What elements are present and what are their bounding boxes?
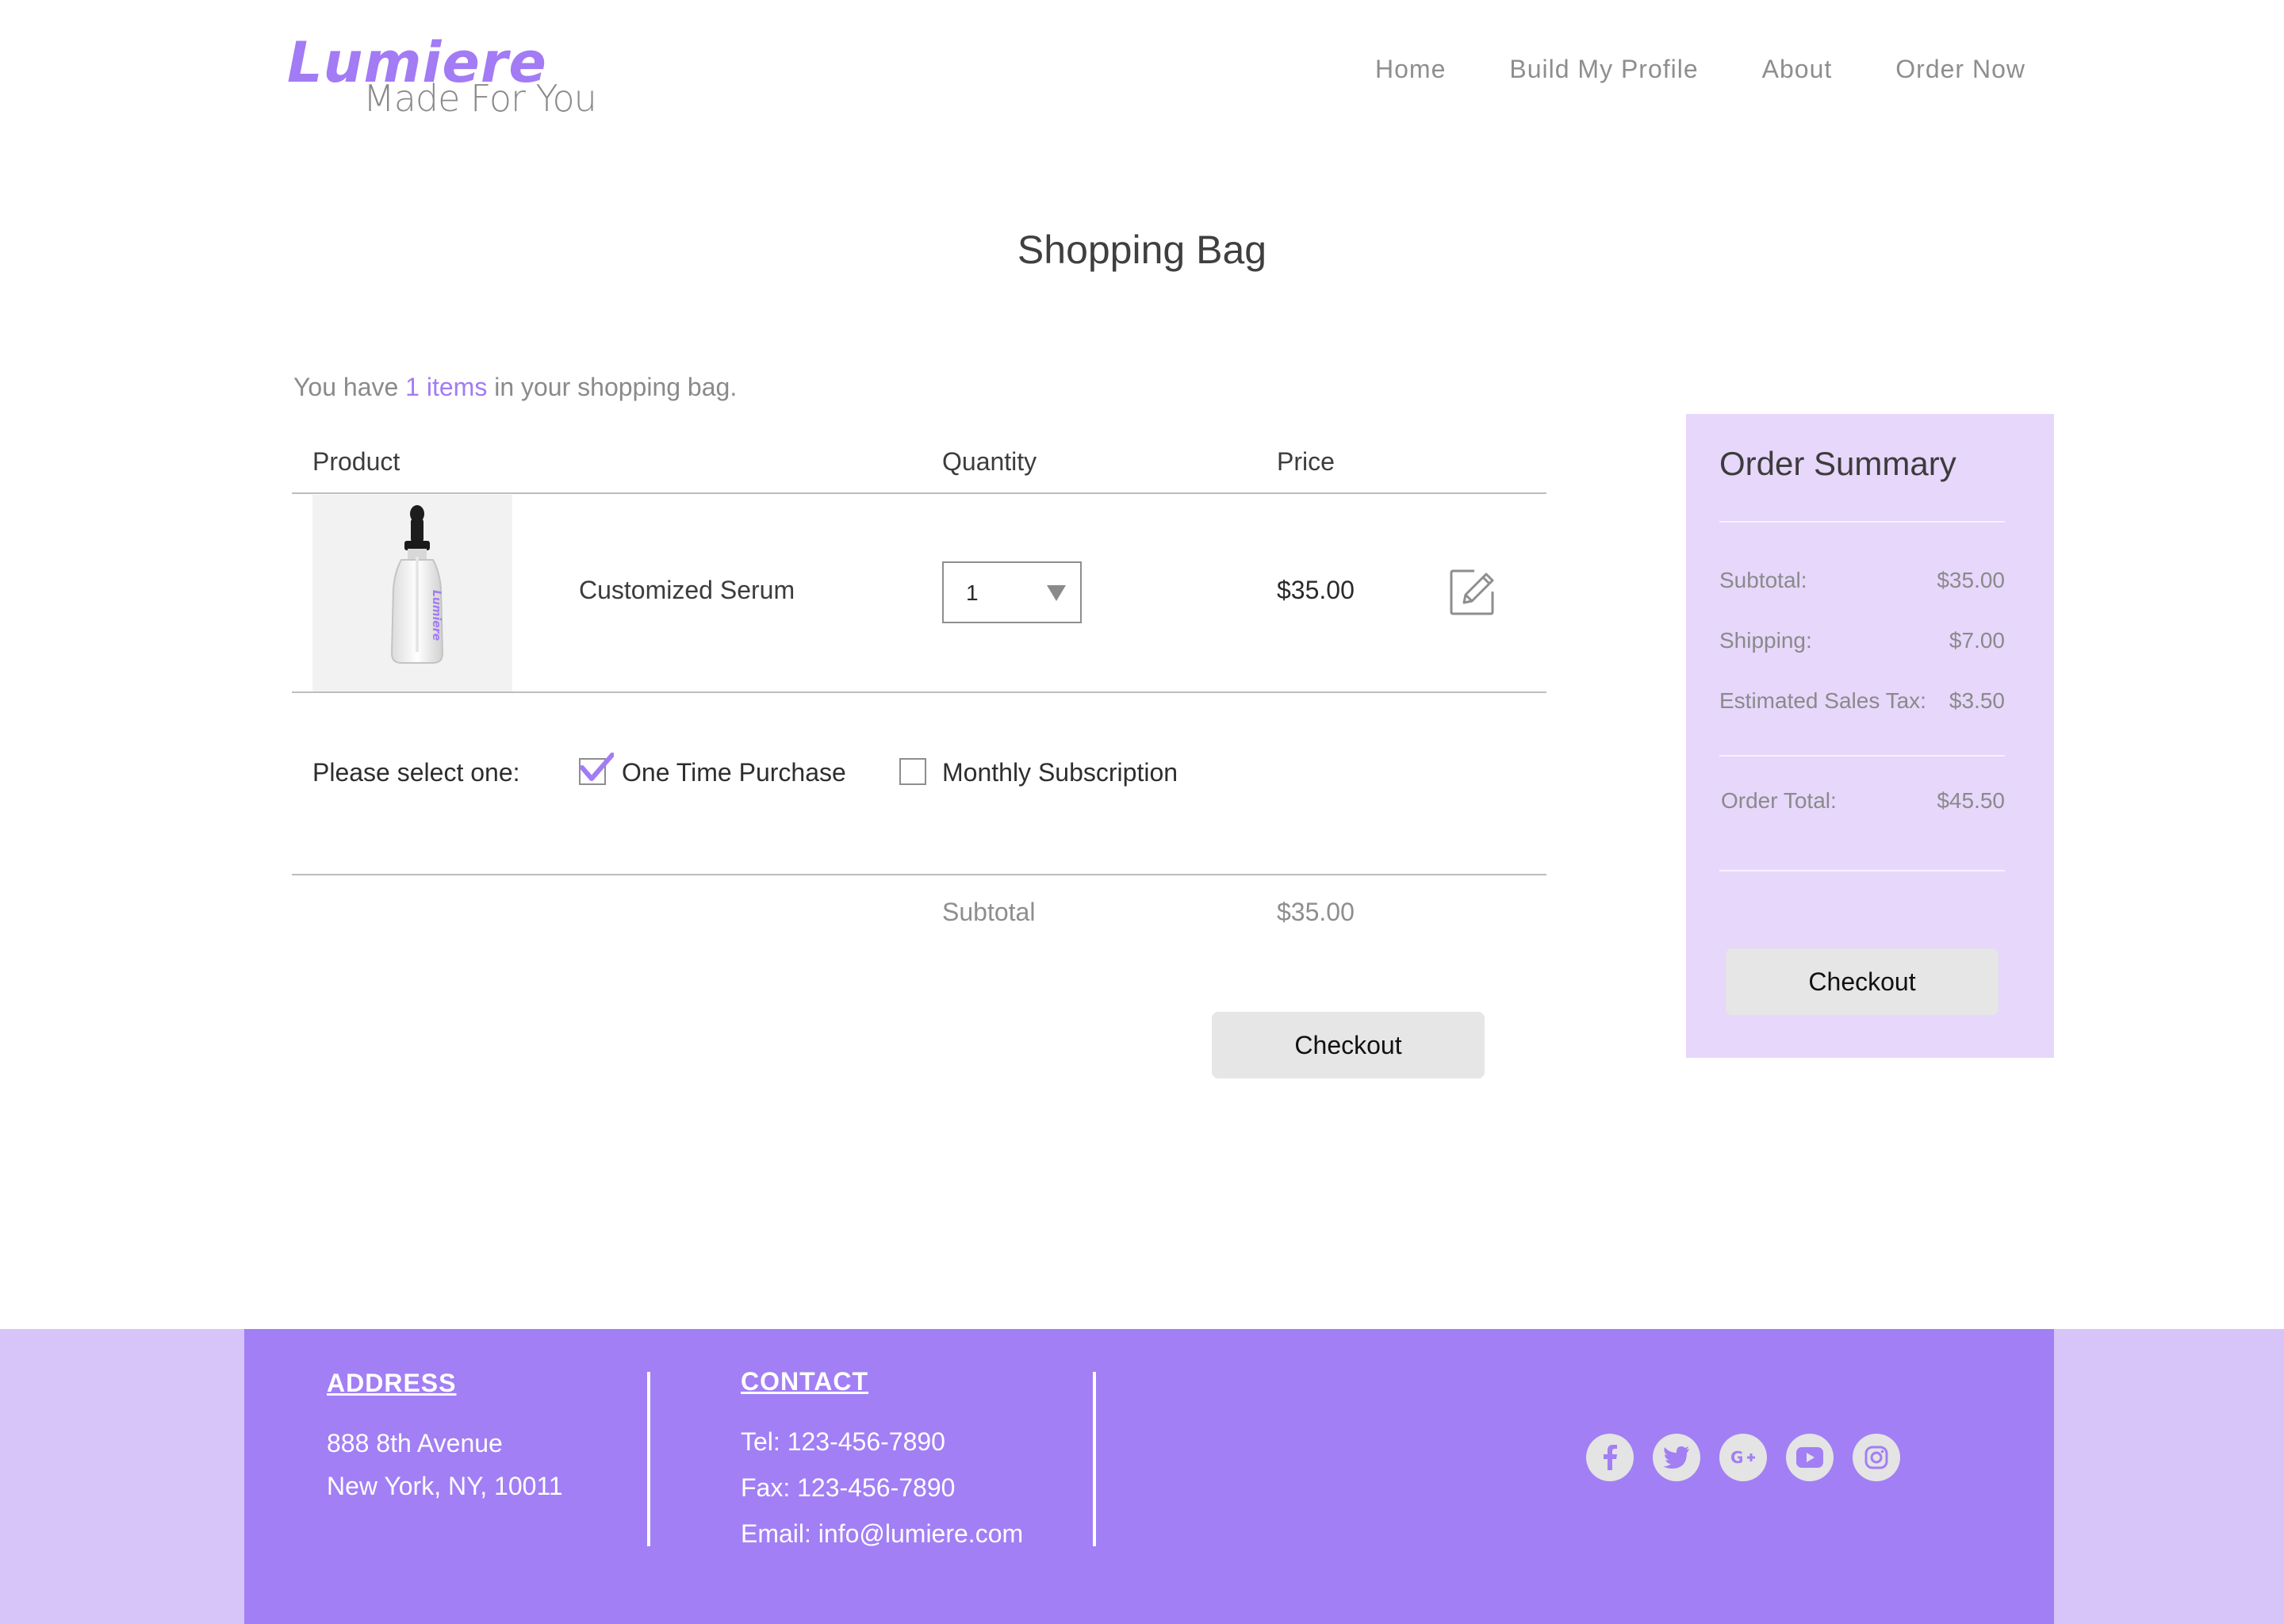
quantity-value: 1	[966, 580, 979, 605]
bag-count-suffix: in your shopping bag.	[494, 373, 738, 401]
product-price: $35.00	[1277, 576, 1355, 604]
one-time-purchase-checkbox[interactable]	[579, 753, 614, 785]
table-header-divider	[292, 492, 1546, 494]
footer-email[interactable]: Email: info@lumiere.com	[741, 1516, 1023, 1551]
bag-count-prefix: You have	[293, 373, 399, 401]
summary-subtotal-label: Subtotal:	[1719, 568, 1807, 592]
subtotal-label: Subtotal	[942, 898, 1036, 926]
twitter-icon[interactable]	[1653, 1434, 1700, 1481]
svg-text:G: G	[1730, 1449, 1743, 1466]
google-plus-icon[interactable]: G	[1719, 1434, 1767, 1481]
footer-divider	[1093, 1372, 1096, 1546]
product-image: Lumiere	[312, 495, 512, 691]
brand-tagline: Made For You	[363, 77, 597, 120]
quantity-select[interactable]: 1	[942, 561, 1082, 623]
summary-subtotal-value: $35.00	[1937, 568, 2005, 592]
subtotal-divider	[292, 874, 1546, 875]
summary-total-label: Order Total:	[1721, 788, 1837, 813]
chevron-down-icon	[1047, 585, 1066, 601]
footer-fax: Fax: 123-456-7890	[741, 1473, 956, 1502]
one-time-purchase-label[interactable]: One Time Purchase	[622, 755, 846, 790]
footer-contact-heading: CONTACT	[741, 1367, 869, 1396]
summary-divider	[1719, 521, 2005, 523]
nav-about[interactable]: About	[1762, 49, 1833, 89]
footer-address-line2: New York, NY, 10011	[327, 1472, 563, 1500]
monthly-subscription-checkbox[interactable]	[899, 758, 926, 785]
checkmark-icon	[580, 753, 614, 781]
serum-bottle-icon: Lumiere	[390, 505, 444, 664]
edit-pencil-icon[interactable]	[1448, 568, 1497, 617]
summary-total-value: $45.50	[1937, 788, 2005, 813]
monthly-subscription-label[interactable]: Monthly Subscription	[942, 755, 1178, 790]
purchase-prompt: Please select one:	[312, 758, 520, 787]
row-divider	[292, 691, 1546, 693]
nav-build-my-profile[interactable]: Build My Profile	[1509, 49, 1698, 89]
column-header-price: Price	[1277, 447, 1335, 476]
footer-tel: Tel: 123-456-7890	[741, 1427, 945, 1456]
summary-shipping-label: Shipping:	[1719, 628, 1812, 653]
summary-checkout-button[interactable]: Checkout	[1726, 948, 1998, 1015]
page-title: Shopping Bag	[1017, 228, 1267, 272]
footer-divider	[647, 1372, 650, 1546]
facebook-icon[interactable]	[1586, 1434, 1634, 1481]
summary-divider	[1719, 755, 2005, 756]
bag-item-count: 1 items	[405, 373, 488, 401]
summary-tax-value: $3.50	[1949, 688, 2005, 713]
product-name[interactable]: Customized Serum	[579, 573, 795, 607]
checkout-button[interactable]: Checkout	[1212, 1012, 1485, 1078]
subtotal-value: $35.00	[1277, 898, 1355, 926]
order-summary-title: Order Summary	[1719, 445, 1956, 482]
summary-shipping-value: $7.00	[1949, 628, 2005, 653]
footer-address-line1: 888 8th Avenue	[327, 1429, 503, 1457]
main-nav: Home Build My Profile About Order Now	[1375, 49, 2025, 89]
instagram-icon[interactable]	[1853, 1434, 1900, 1481]
nav-order-now[interactable]: Order Now	[1895, 49, 2025, 89]
youtube-icon[interactable]	[1786, 1434, 1834, 1481]
summary-tax-label: Estimated Sales Tax:	[1719, 688, 1926, 713]
bag-count-message: You have 1 items in your shopping bag.	[293, 367, 737, 407]
column-header-quantity: Quantity	[942, 447, 1037, 476]
footer-address-heading: ADDRESS	[327, 1369, 457, 1397]
summary-divider	[1719, 870, 2005, 871]
svg-text:Lumiere: Lumiere	[430, 590, 443, 641]
nav-home[interactable]: Home	[1375, 49, 1446, 89]
column-header-product: Product	[312, 447, 400, 476]
